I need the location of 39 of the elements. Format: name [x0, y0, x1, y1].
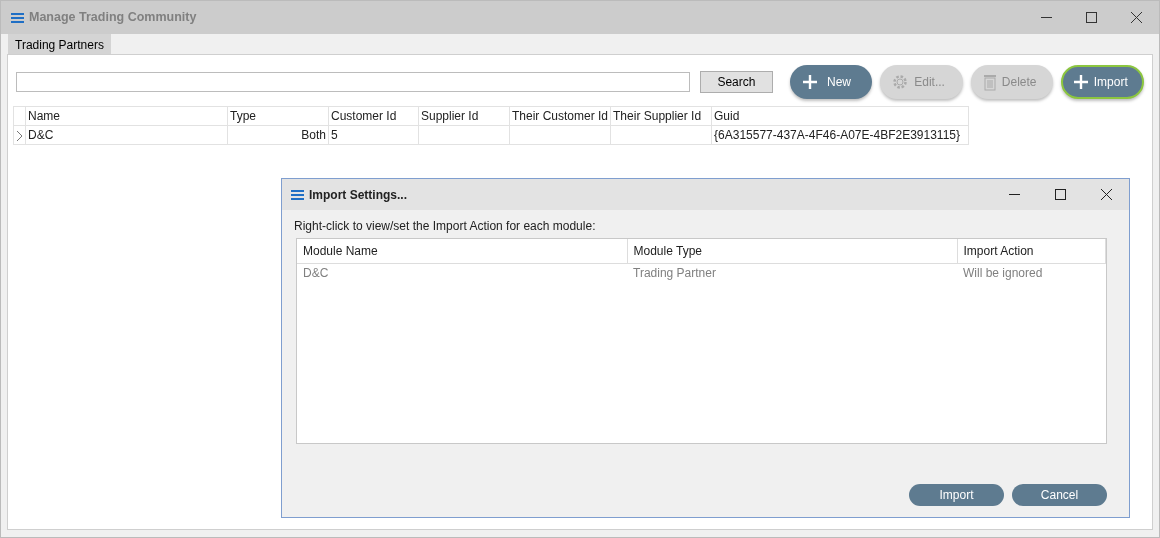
tab[interactable]: Trading Partners: [8, 34, 111, 54]
table-cell: Both: [227, 125, 329, 145]
dialog-title: Import Settings...: [309, 186, 407, 204]
close-icon[interactable]: [1131, 12, 1142, 23]
column-header[interactable]: Guid: [711, 106, 969, 126]
trash-icon: [982, 73, 997, 91]
column-header[interactable]: Supplier Id: [418, 106, 510, 126]
gear-icon: [892, 74, 909, 90]
column-header[interactable]: Type: [227, 106, 329, 126]
search-field[interactable]: [16, 72, 691, 92]
maximize-icon[interactable]: [1086, 12, 1097, 23]
minimize-icon[interactable]: [1008, 193, 1020, 196]
column-header[interactable]: Their Customer Id: [509, 106, 611, 126]
table-cell: Will be ignored: [957, 263, 1106, 282]
app-icon: [11, 12, 24, 23]
window-title: Manage Trading Community: [29, 9, 197, 27]
column-header[interactable]: Module Name: [297, 239, 627, 263]
instruction-text: Right-click to view/set the Import Action for each module:: [294, 218, 597, 235]
plus-icon: [1073, 74, 1090, 90]
plus-icon: [801, 74, 818, 90]
table-cell: D&C: [297, 263, 627, 282]
import-button[interactable]: Import: [909, 484, 1004, 506]
add-button[interactable]: New: [789, 65, 873, 99]
minimize-icon[interactable]: [1041, 16, 1052, 19]
table-cell: D&C: [25, 125, 228, 145]
app-icon: [291, 189, 304, 200]
add-button[interactable]: Import: [1061, 65, 1145, 99]
cancel-button[interactable]: Cancel: [1012, 484, 1107, 506]
column-header[interactable]: Their Supplier Id: [610, 106, 712, 126]
column-header[interactable]: Customer Id: [328, 106, 419, 126]
close-icon[interactable]: [1100, 189, 1112, 200]
maximize-icon[interactable]: [1054, 189, 1066, 200]
column-header[interactable]: Import Action: [957, 239, 1106, 263]
table-cell: Trading Partner: [627, 263, 957, 282]
search-button[interactable]: Search: [700, 71, 773, 93]
column-header[interactable]: Module Type: [627, 239, 957, 263]
column-header[interactable]: Name: [25, 106, 228, 126]
table-cell: {6A315577-437A-4F46-A07E-4BF2E3913115}: [711, 125, 969, 145]
table-cell: 5: [328, 125, 419, 145]
